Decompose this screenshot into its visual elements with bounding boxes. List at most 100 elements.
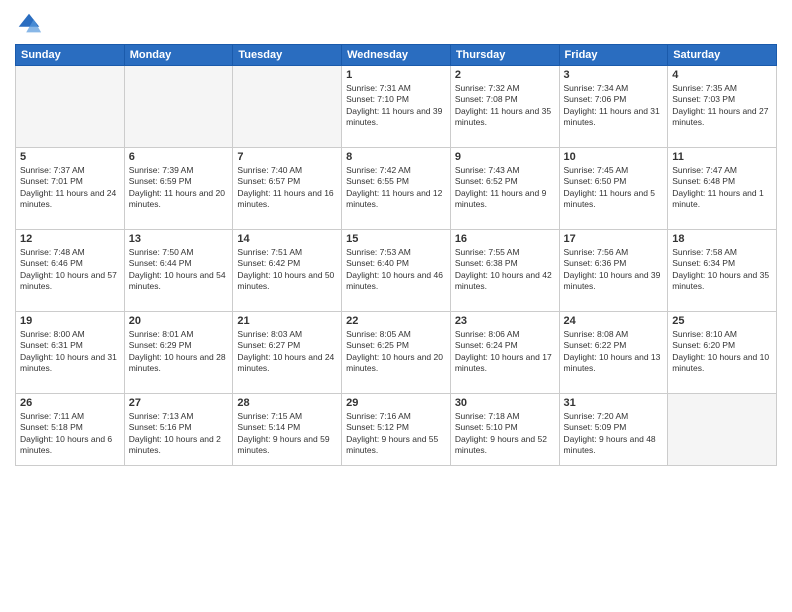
calendar-cell: 24 Sunrise: 8:08 AM Sunset: 6:22 PM Dayli… [559,312,668,394]
day-number: 16 [455,233,555,245]
calendar-cell: 1Sunrise: 7:31 AM Sunset: 7:10 PM Daylig… [342,66,451,148]
calendar-cell: 18 Sunrise: 7:58 AM Sunset: 6:34 PM Dayli… [668,230,777,312]
header [15,10,777,38]
day-info: Sunrise: 7:40 AM Sunset: 6:57 PM Dayligh… [237,165,337,211]
calendar-cell: 19Sunrise: 8:00 AM Sunset: 6:31 PM Dayli… [16,312,125,394]
calendar-cell: 23 Sunrise: 8:06 AM Sunset: 6:24 PM Dayli… [450,312,559,394]
calendar-cell: 26Sunrise: 7:11 AM Sunset: 5:18 PM Dayli… [16,394,125,466]
day-info: Sunrise: 7:34 AM Sunset: 7:06 PM Dayligh… [564,83,664,129]
day-number: 18 [672,233,772,245]
day-number: 2 [455,69,555,81]
day-info: Sunrise: 7:50 AM Sunset: 6:44 PM Dayligh… [129,247,229,293]
day-number: 25 [672,315,772,327]
calendar-cell: 9 Sunrise: 7:43 AM Sunset: 6:52 PM Daylig… [450,148,559,230]
day-info: Sunrise: 7:15 AM Sunset: 5:14 PM Dayligh… [237,411,337,457]
calendar-cell: 3 Sunrise: 7:34 AM Sunset: 7:06 PM Daylig… [559,66,668,148]
weekday-header-row: SundayMondayTuesdayWednesdayThursdayFrid… [16,45,777,66]
day-number: 21 [237,315,337,327]
day-number: 5 [20,151,120,163]
day-info: Sunrise: 7:11 AM Sunset: 5:18 PM Dayligh… [20,411,120,457]
week-row-2: 5 Sunrise: 7:37 AM Sunset: 7:01 PM Daylig… [16,148,777,230]
calendar-cell [233,66,342,148]
day-number: 30 [455,397,555,409]
calendar-cell: 5 Sunrise: 7:37 AM Sunset: 7:01 PM Daylig… [16,148,125,230]
calendar-cell: 14 Sunrise: 7:51 AM Sunset: 6:42 PM Dayli… [233,230,342,312]
day-number: 15 [346,233,446,245]
day-number: 14 [237,233,337,245]
day-info: Sunrise: 7:18 AM Sunset: 5:10 PM Dayligh… [455,411,555,457]
calendar-cell: 22Sunrise: 8:05 AM Sunset: 6:25 PM Dayli… [342,312,451,394]
weekday-header-thursday: Thursday [450,45,559,66]
day-number: 27 [129,397,229,409]
week-row-1: 1Sunrise: 7:31 AM Sunset: 7:10 PM Daylig… [16,66,777,148]
day-info: Sunrise: 7:53 AM Sunset: 6:40 PM Dayligh… [346,247,446,293]
week-row-4: 19Sunrise: 8:00 AM Sunset: 6:31 PM Dayli… [16,312,777,394]
day-number: 9 [455,151,555,163]
day-number: 24 [564,315,664,327]
calendar-cell [124,66,233,148]
day-number: 23 [455,315,555,327]
day-info: Sunrise: 8:03 AM Sunset: 6:27 PM Dayligh… [237,329,337,375]
day-info: Sunrise: 7:58 AM Sunset: 6:34 PM Dayligh… [672,247,772,293]
day-info: Sunrise: 7:47 AM Sunset: 6:48 PM Dayligh… [672,165,772,211]
calendar-cell: 25 Sunrise: 8:10 AM Sunset: 6:20 PM Dayli… [668,312,777,394]
calendar-cell: 6Sunrise: 7:39 AM Sunset: 6:59 PM Daylig… [124,148,233,230]
day-number: 29 [346,397,446,409]
calendar-cell: 11 Sunrise: 7:47 AM Sunset: 6:48 PM Dayli… [668,148,777,230]
weekday-header-saturday: Saturday [668,45,777,66]
week-row-5: 26Sunrise: 7:11 AM Sunset: 5:18 PM Dayli… [16,394,777,466]
day-info: Sunrise: 8:00 AM Sunset: 6:31 PM Dayligh… [20,329,120,375]
calendar-cell: 7 Sunrise: 7:40 AM Sunset: 6:57 PM Daylig… [233,148,342,230]
weekday-header-tuesday: Tuesday [233,45,342,66]
calendar-cell: 29 Sunrise: 7:16 AM Sunset: 5:12 PM Dayli… [342,394,451,466]
day-info: Sunrise: 8:10 AM Sunset: 6:20 PM Dayligh… [672,329,772,375]
day-number: 11 [672,151,772,163]
day-info: Sunrise: 8:06 AM Sunset: 6:24 PM Dayligh… [455,329,555,375]
day-info: Sunrise: 8:08 AM Sunset: 6:22 PM Dayligh… [564,329,664,375]
day-info: Sunrise: 7:42 AM Sunset: 6:55 PM Dayligh… [346,165,446,211]
day-info: Sunrise: 7:35 AM Sunset: 7:03 PM Dayligh… [672,83,772,129]
day-number: 6 [129,151,229,163]
weekday-header-monday: Monday [124,45,233,66]
calendar-cell: 10 Sunrise: 7:45 AM Sunset: 6:50 PM Dayli… [559,148,668,230]
calendar-cell: 27 Sunrise: 7:13 AM Sunset: 5:16 PM Dayli… [124,394,233,466]
day-info: Sunrise: 8:05 AM Sunset: 6:25 PM Dayligh… [346,329,446,375]
calendar-cell: 21 Sunrise: 8:03 AM Sunset: 6:27 PM Dayli… [233,312,342,394]
day-number: 13 [129,233,229,245]
calendar-cell: 31 Sunrise: 7:20 AM Sunset: 5:09 PM Dayli… [559,394,668,466]
weekday-header-sunday: Sunday [16,45,125,66]
day-info: Sunrise: 7:45 AM Sunset: 6:50 PM Dayligh… [564,165,664,211]
day-info: Sunrise: 7:37 AM Sunset: 7:01 PM Dayligh… [20,165,120,211]
logo [15,10,47,38]
day-number: 20 [129,315,229,327]
weekday-header-wednesday: Wednesday [342,45,451,66]
day-number: 10 [564,151,664,163]
calendar-cell: 13 Sunrise: 7:50 AM Sunset: 6:44 PM Dayli… [124,230,233,312]
day-number: 31 [564,397,664,409]
day-info: Sunrise: 7:20 AM Sunset: 5:09 PM Dayligh… [564,411,664,457]
day-info: Sunrise: 7:13 AM Sunset: 5:16 PM Dayligh… [129,411,229,457]
day-info: Sunrise: 7:31 AM Sunset: 7:10 PM Dayligh… [346,83,446,129]
calendar-cell: 16Sunrise: 7:55 AM Sunset: 6:38 PM Dayli… [450,230,559,312]
logo-icon [15,10,43,38]
calendar-table: SundayMondayTuesdayWednesdayThursdayFrid… [15,44,777,466]
day-info: Sunrise: 7:51 AM Sunset: 6:42 PM Dayligh… [237,247,337,293]
day-info: Sunrise: 7:16 AM Sunset: 5:12 PM Dayligh… [346,411,446,457]
calendar-cell [668,394,777,466]
day-info: Sunrise: 8:01 AM Sunset: 6:29 PM Dayligh… [129,329,229,375]
day-info: Sunrise: 7:32 AM Sunset: 7:08 PM Dayligh… [455,83,555,129]
day-info: Sunrise: 7:48 AM Sunset: 6:46 PM Dayligh… [20,247,120,293]
day-number: 7 [237,151,337,163]
calendar-cell: 17Sunrise: 7:56 AM Sunset: 6:36 PM Dayli… [559,230,668,312]
day-number: 8 [346,151,446,163]
day-number: 4 [672,69,772,81]
calendar-cell: 28Sunrise: 7:15 AM Sunset: 5:14 PM Dayli… [233,394,342,466]
calendar-cell: 15 Sunrise: 7:53 AM Sunset: 6:40 PM Dayli… [342,230,451,312]
calendar-cell: 30 Sunrise: 7:18 AM Sunset: 5:10 PM Dayli… [450,394,559,466]
calendar-cell: 2 Sunrise: 7:32 AM Sunset: 7:08 PM Daylig… [450,66,559,148]
page: SundayMondayTuesdayWednesdayThursdayFrid… [0,0,792,612]
day-number: 3 [564,69,664,81]
day-number: 17 [564,233,664,245]
calendar-cell: 4 Sunrise: 7:35 AM Sunset: 7:03 PM Daylig… [668,66,777,148]
day-info: Sunrise: 7:43 AM Sunset: 6:52 PM Dayligh… [455,165,555,211]
